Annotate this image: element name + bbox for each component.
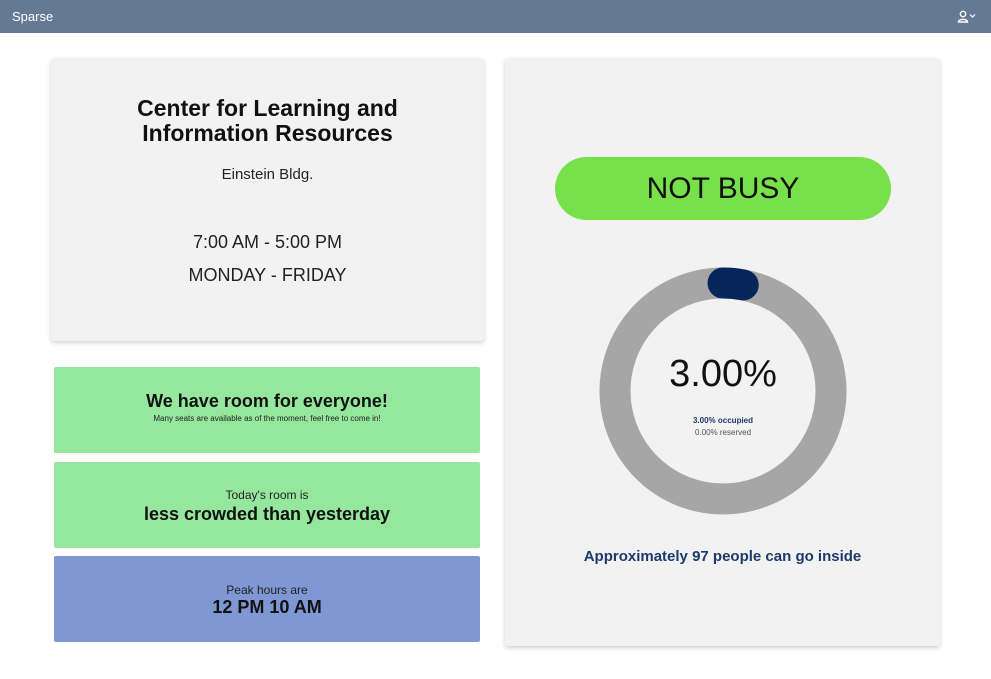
crowd-comparison-value: less crowded than yesterday: [143, 504, 391, 524]
opening-days: MONDAY - FRIDAY: [188, 265, 347, 285]
building-name: Einstein Bldg.: [221, 166, 314, 183]
room-availability-message: We have room for everyone! Many seats ar…: [54, 367, 480, 453]
occupancy-gauge: 3.00% 3.00% occupied 0.00% reserved: [598, 266, 848, 516]
reserved-percent: 0.00% reserved: [694, 428, 752, 437]
opening-hours: 7:00 AM - 5:00 PM: [192, 232, 343, 252]
room-availability-detail: Many seats are available as of the momen…: [153, 414, 381, 423]
chevron-down-icon: [969, 13, 976, 19]
location-card: Center for Learning and Information Reso…: [51, 58, 484, 341]
crowd-comparison-prefix: Today's room is: [225, 488, 309, 502]
occupied-percent: 3.00% occupied: [692, 416, 754, 425]
user-icon: [957, 10, 969, 23]
busy-status-badge: NOT BUSY: [555, 157, 891, 220]
top-bar: Sparse: [0, 0, 991, 33]
peak-hours-value: 12 PM 10 AM: [212, 597, 322, 617]
user-menu-button[interactable]: [957, 7, 979, 25]
crowd-comparison-message: Today's room is less crowded than yester…: [54, 462, 480, 548]
gauge-fill: [707, 267, 759, 301]
occupancy-percent: 3.00%: [669, 353, 777, 395]
location-name: Center for Learning and Information Reso…: [137, 95, 398, 146]
capacity-message: Approximately 97 people can go inside: [583, 548, 862, 565]
occupancy-card: NOT BUSY 3.00% 3.00% occupied 0.00% rese…: [505, 58, 940, 646]
peak-hours-message: Peak hours are 12 PM 10 AM: [54, 556, 480, 642]
app-brand[interactable]: Sparse: [12, 8, 53, 25]
peak-hours-prefix: Peak hours are: [226, 583, 308, 597]
room-availability-headline: We have room for everyone!: [146, 391, 388, 411]
